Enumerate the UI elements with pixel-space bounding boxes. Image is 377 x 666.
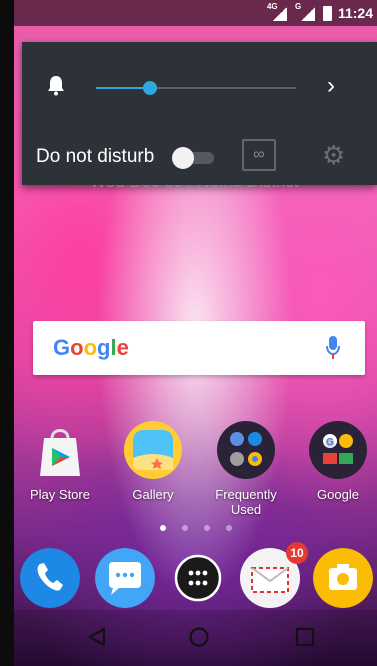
app-label: Gallery: [132, 487, 174, 502]
home-icon[interactable]: [188, 626, 210, 648]
chevron-right-icon[interactable]: ›: [327, 72, 335, 100]
page-dot: [226, 525, 232, 531]
sim2-signal-icon: G: [295, 2, 317, 21]
back-icon[interactable]: [86, 626, 108, 648]
messages-icon[interactable]: [95, 548, 155, 608]
mic-icon[interactable]: [326, 335, 340, 361]
gear-icon[interactable]: ⚙: [322, 140, 345, 171]
page-dot: [182, 525, 188, 531]
dnd-toggle[interactable]: [172, 147, 216, 169]
app-label: Google: [317, 487, 359, 502]
email-unread-badge: 10: [286, 542, 308, 564]
phone-icon[interactable]: [20, 548, 80, 608]
app-gallery[interactable]: Gallery: [113, 420, 193, 502]
page-dot: [160, 525, 166, 531]
sim1-signal-icon: 4G: [267, 2, 289, 21]
volume-slider-thumb[interactable]: [143, 81, 157, 95]
app-label: Frequently Used: [215, 487, 277, 517]
navigation-bar: [14, 610, 377, 666]
infinity-icon[interactable]: ∞: [242, 139, 276, 171]
volume-panel: › Do not disturb ∞ ⚙: [22, 42, 377, 185]
email-app[interactable]: 10: [240, 542, 308, 608]
page-indicator: [160, 525, 232, 531]
battery-icon: [322, 5, 332, 21]
google-folder-icon: G: [309, 421, 367, 479]
bell-icon: [48, 76, 64, 96]
gallery-icon: [124, 421, 182, 479]
folder-icon: [217, 421, 275, 479]
dnd-label: Do not disturb: [36, 146, 155, 167]
clock: 11:24: [337, 5, 373, 21]
camera-icon[interactable]: [313, 548, 373, 608]
svg-text:G: G: [326, 437, 334, 448]
app-label: Play Store: [30, 487, 90, 502]
app-frequently-used-folder[interactable]: Frequently Used: [206, 420, 286, 517]
play-store-icon: [40, 429, 80, 476]
volume-slider-fill: [96, 87, 150, 89]
app-play-store[interactable]: Play Store: [20, 420, 100, 502]
screen-edge: [0, 0, 14, 666]
google-logo: Google: [53, 335, 129, 360]
recents-icon[interactable]: [295, 627, 315, 647]
app-drawer-icon[interactable]: [168, 548, 228, 608]
volume-slider[interactable]: [96, 81, 296, 95]
page-dot: [204, 525, 210, 531]
google-search-bar[interactable]: Google: [33, 321, 365, 375]
app-google-folder[interactable]: G Google: [298, 420, 377, 502]
home-screen: Wed Dec 09 / Neihu District 4G G 11:24 ›…: [0, 0, 377, 666]
status-bar: 4G G 11:24: [14, 0, 377, 26]
